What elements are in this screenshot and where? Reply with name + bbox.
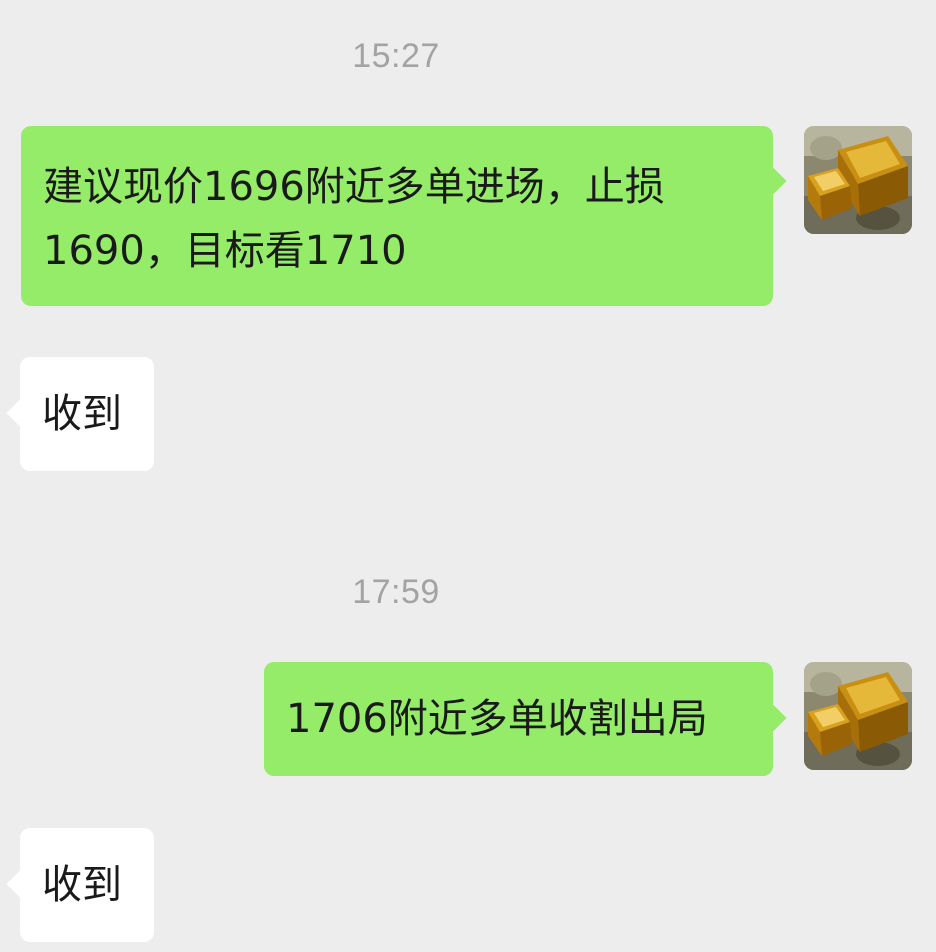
timestamp: 15:27 — [352, 37, 440, 75]
message-text: 建议现价1696附近多单进场，止损 1690，目标看1710 — [43, 164, 665, 274]
message-text: 收到 — [42, 391, 122, 437]
message-text: 1706附近多单收割出局 — [286, 696, 708, 742]
bubble-tail — [755, 165, 787, 197]
outgoing-message-bubble[interactable]: 建议现价1696附近多单进场，止损 1690，目标看1710 — [21, 126, 787, 306]
bubble-tail — [6, 397, 38, 429]
bubble-tail — [755, 702, 787, 734]
timestamp: 17:59 — [352, 573, 440, 611]
incoming-message-bubble[interactable]: 收到 — [6, 828, 154, 942]
outgoing-message-bubble[interactable]: 1706附近多单收割出局 — [264, 662, 787, 776]
message-text: 收到 — [42, 862, 122, 908]
gold-bar-avatar-icon[interactable] — [804, 662, 912, 770]
incoming-message-bubble[interactable]: 收到 — [6, 357, 154, 471]
bubble-tail — [6, 868, 38, 900]
gold-bar-avatar-icon[interactable] — [804, 126, 912, 234]
